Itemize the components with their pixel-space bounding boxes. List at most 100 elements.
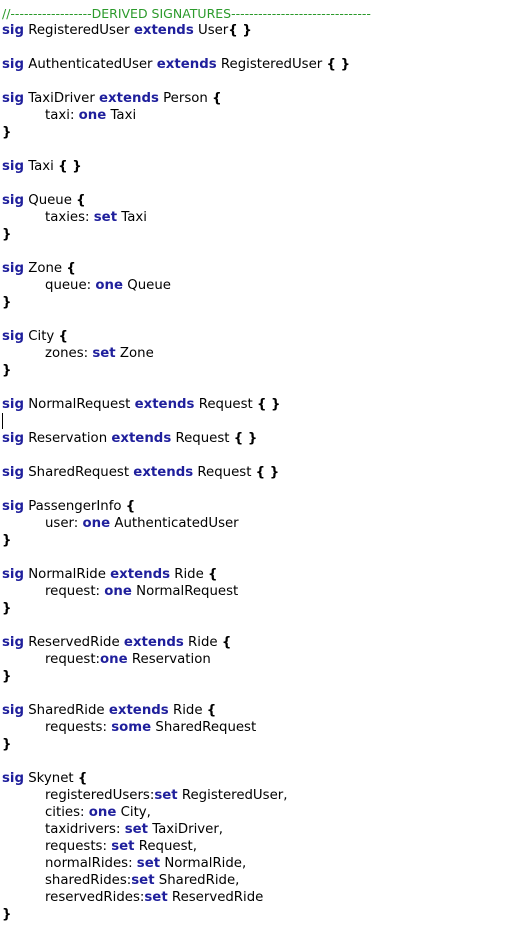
field-line: normalRides: set NormalRide,	[45, 855, 246, 872]
close-brace: }	[2, 227, 12, 242]
field-name: sharedRides	[45, 873, 127, 888]
field-name: queue	[45, 278, 87, 293]
multiplicity: some	[111, 720, 152, 735]
keyword: sig	[2, 567, 24, 582]
keyword: extends	[110, 567, 171, 582]
parent-name: RegisteredUser	[220, 57, 323, 72]
colon: :	[69, 108, 75, 123]
sig-normal-ride: sig NormalRide extends Ride {	[2, 566, 218, 583]
field-line: queue: one Queue	[45, 277, 171, 294]
field-line: zones: set Zone	[45, 345, 154, 362]
field-name: normalRides	[45, 856, 129, 871]
keyword: sig	[2, 57, 24, 72]
colon: :	[80, 805, 85, 820]
sig-name: City	[28, 329, 55, 344]
field-type: Taxi	[121, 210, 147, 225]
parent-name: Request	[175, 431, 230, 446]
keyword: extends	[111, 431, 172, 446]
brace: { }	[255, 465, 280, 480]
sig-name: RegisteredUser	[28, 23, 130, 38]
colon: :	[73, 516, 79, 531]
code-editor[interactable]: //------------------DERIVED SIGNATURES--…	[0, 0, 510, 930]
field-type: SharedRequest	[155, 720, 257, 735]
field-line: registeredUsers:set RegisteredUser,	[45, 787, 287, 804]
parent-name: Person	[163, 91, 208, 106]
keyword: extends	[156, 57, 217, 72]
close-brace: }	[2, 601, 12, 616]
sig-authenticated-user: sig AuthenticatedUser extends Registered…	[2, 56, 350, 73]
close-brace: }	[2, 363, 12, 378]
comma: ,	[283, 788, 288, 803]
brace: {	[206, 703, 217, 718]
keyword: sig	[2, 23, 24, 38]
sig-queue: sig Queue {	[2, 192, 86, 209]
sig-name: TaxiDriver	[28, 91, 95, 106]
comma: ,	[218, 822, 224, 837]
field-line: taxies: set Taxi	[45, 209, 147, 226]
parent-name: Request	[198, 397, 253, 412]
brace: { }	[326, 57, 351, 72]
field-line: request: one NormalRequest	[45, 583, 238, 600]
multiplicity: set	[136, 856, 161, 871]
field-name: user	[45, 516, 74, 531]
sig-normal-request: sig NormalRequest extends Request { }	[2, 396, 281, 413]
sig-name: AuthenticatedUser	[28, 57, 153, 72]
keyword: sig	[2, 261, 24, 276]
field-type: Queue	[127, 278, 171, 293]
field-line: requests: set Request,	[45, 838, 197, 855]
sig-taxi: sig Taxi { }	[2, 158, 82, 175]
field-line: user: one AuthenticatedUser	[45, 515, 239, 532]
keyword: sig	[2, 771, 24, 786]
colon: :	[102, 720, 107, 735]
multiplicity: one	[100, 652, 128, 667]
sig-name: Reservation	[28, 431, 108, 446]
sig-zone: sig Zone {	[2, 260, 76, 277]
brace: {	[221, 635, 232, 650]
parent-name: Request	[197, 465, 252, 480]
sig-name: Taxi	[28, 159, 54, 174]
multiplicity: one	[82, 516, 111, 531]
field-name: registeredUsers	[45, 788, 150, 803]
comment-line: //------------------DERIVED SIGNATURES--…	[2, 6, 371, 21]
sig-shared-request: sig SharedRequest extends Request { }	[2, 464, 279, 481]
sig-name: SharedRequest	[28, 465, 130, 480]
keyword: extends	[133, 465, 194, 480]
field-name: request	[45, 584, 96, 599]
text-cursor	[2, 413, 3, 429]
multiplicity: set	[131, 873, 155, 888]
field-type: RegisteredUser	[181, 788, 284, 803]
field-type: Taxi	[110, 108, 137, 123]
keyword: sig	[2, 193, 24, 208]
close-brace: }	[2, 907, 12, 922]
field-line: sharedRides:set SharedRide,	[45, 872, 239, 889]
field-type: Reservation	[131, 652, 211, 667]
field-name: requests	[45, 839, 103, 854]
keyword: extends	[134, 397, 195, 412]
comma: ,	[242, 856, 247, 871]
field-name: taxidrivers	[45, 822, 116, 837]
field-line: cities: one City,	[45, 804, 151, 821]
field-type: City	[120, 805, 147, 820]
colon: :	[95, 584, 101, 599]
colon: :	[115, 822, 121, 837]
field-name: requests	[45, 720, 103, 735]
keyword: sig	[2, 91, 24, 106]
brace: {	[212, 91, 222, 106]
brace: { }	[58, 159, 82, 174]
keyword: sig	[2, 703, 24, 718]
keyword: sig	[2, 499, 24, 514]
keyword: extends	[123, 635, 184, 650]
colon: :	[85, 210, 90, 225]
close-brace: }	[2, 295, 12, 310]
field-name: reservedRides	[45, 890, 140, 905]
multiplicity: set	[93, 210, 118, 225]
field-type: NormalRequest	[136, 584, 239, 599]
field-name: zones	[45, 346, 84, 361]
keyword: extends	[133, 23, 194, 38]
sig-passenger-info: sig PassengerInfo {	[2, 498, 135, 515]
multiplicity: set	[124, 822, 148, 837]
field-type: TaxiDriver	[152, 822, 219, 837]
brace: {	[208, 567, 218, 582]
close-brace: }	[2, 533, 12, 548]
field-type: AuthenticatedUser	[114, 516, 239, 531]
